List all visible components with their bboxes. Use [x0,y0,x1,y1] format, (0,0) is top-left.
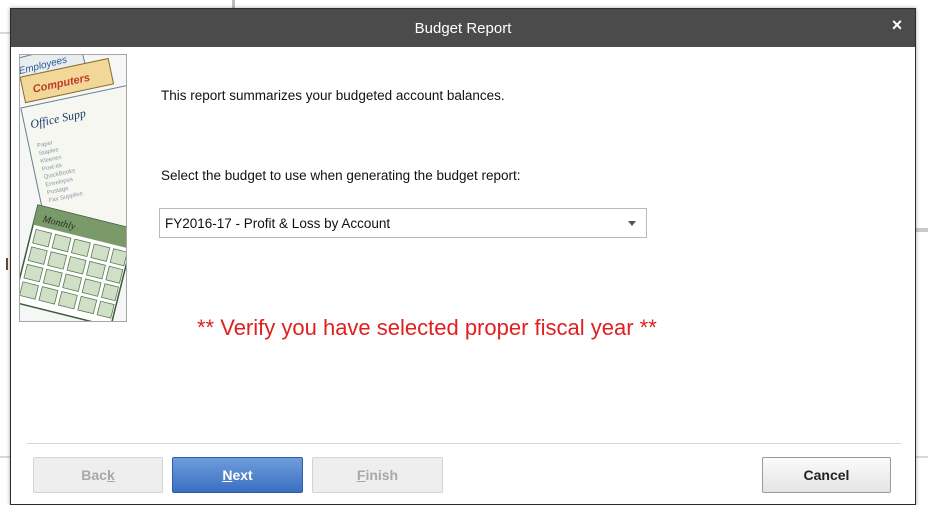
next-label-accesskey: N [222,467,233,483]
finish-label-post: inish [365,467,399,483]
finish-label-accesskey: F [356,467,366,483]
office-supplies-graphic: Employees Computers Office Supp Paper St… [20,55,126,321]
finish-button[interactable]: Finish [312,457,443,493]
background-app-edge [0,32,10,34]
background-app-edge [916,456,928,458]
cancel-button[interactable]: Cancel [762,457,891,493]
budget-select-label: Select the budget to use when generating… [161,168,521,183]
dialog-titlebar[interactable]: Budget Report × [11,9,915,47]
close-icon[interactable]: × [887,15,907,35]
budget-select-value: FY2016-17 - Profit & Loss by Account [165,215,391,231]
back-label-accesskey: k [106,467,115,483]
intro-text: This report summarizes your budgeted acc… [161,88,505,103]
office-supplies-illustration: Employees Computers Office Supp Paper St… [19,54,127,322]
footer-divider [27,443,901,444]
background-app-edge [6,258,8,270]
back-label-pre: Bac [81,467,107,483]
dialog-title: Budget Report [414,19,512,37]
fiscal-year-warning: ** Verify you have selected proper fisca… [197,315,657,340]
budget-select-dropdown[interactable]: FY2016-17 - Profit & Loss by Account [159,208,647,238]
background-app-edge [916,228,928,232]
chevron-down-icon[interactable] [628,221,636,226]
next-label-post: ext [232,467,253,483]
budget-report-dialog: Budget Report × Employees Computers Offi… [10,8,916,505]
background-app-edge [0,456,10,458]
back-button[interactable]: Bac k [33,457,163,493]
next-button[interactable]: Next [172,457,303,493]
